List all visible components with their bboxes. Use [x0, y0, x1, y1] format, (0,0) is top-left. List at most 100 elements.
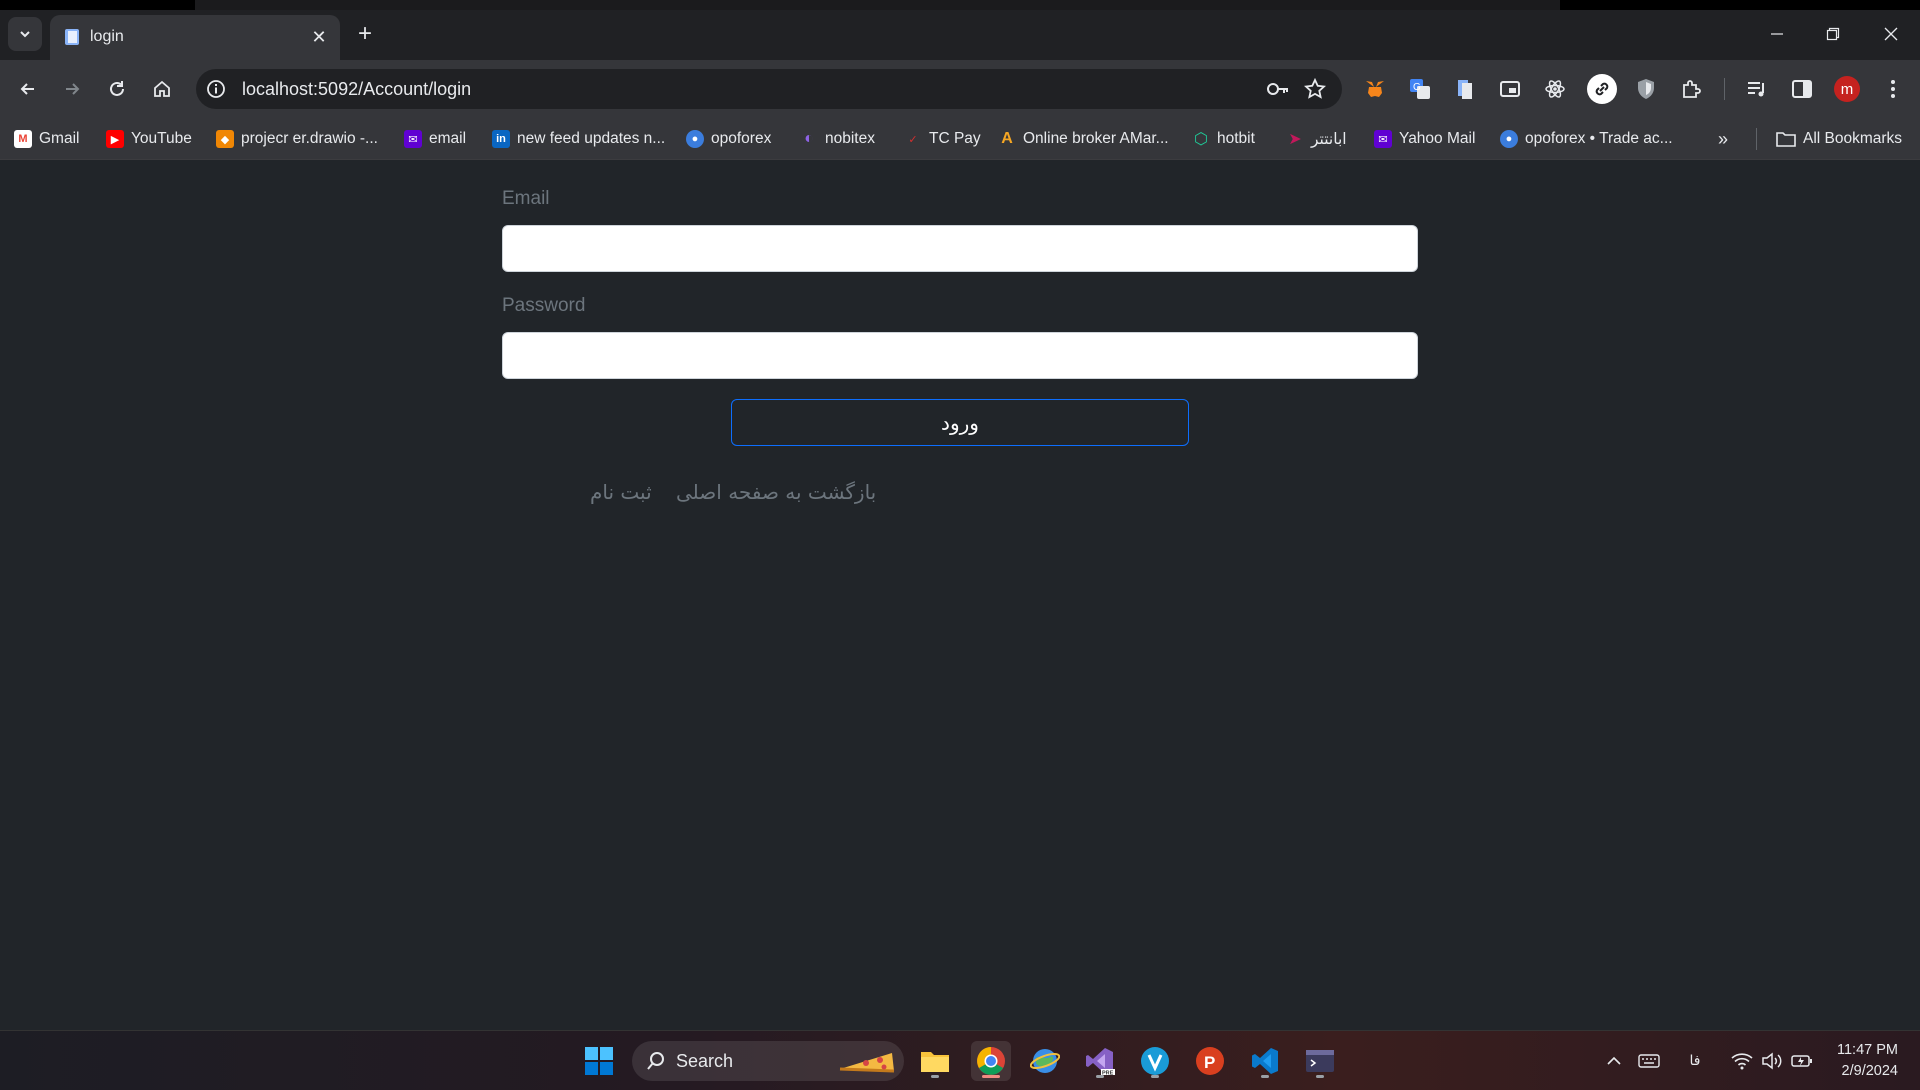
visual-studio-icon: PRE — [1086, 1048, 1115, 1076]
file-explorer-app[interactable] — [915, 1041, 955, 1081]
minimize-button[interactable] — [1752, 20, 1802, 48]
v-app[interactable] — [1135, 1041, 1175, 1081]
visual-studio-preview-app[interactable]: PRE — [1080, 1041, 1120, 1081]
vscode-app[interactable] — [1245, 1041, 1285, 1081]
side-panel-icon[interactable] — [1789, 76, 1815, 102]
bookmark-youtube[interactable]: ▶ YouTube — [106, 126, 192, 152]
screen-top-strip — [0, 0, 1920, 10]
bookmark-opoforex[interactable]: ● opoforex — [686, 126, 771, 152]
forward-arrow-icon — [66, 83, 80, 95]
bookmark-label: nobitex — [825, 130, 875, 147]
picture-in-picture-extension-icon[interactable] — [1497, 76, 1523, 102]
bookmark-label: YouTube — [131, 130, 192, 147]
all-bookmarks-button[interactable]: All Bookmarks — [1776, 126, 1902, 152]
bookmark-label: Yahoo Mail — [1399, 130, 1476, 147]
password-key-icon[interactable] — [1266, 79, 1290, 99]
document-extension-icon[interactable] — [1452, 76, 1478, 102]
running-indicator — [931, 1075, 939, 1078]
react-devtools-extension-icon[interactable] — [1542, 76, 1568, 102]
browser-toolbar: localhost:5092/Account/login G m — [0, 60, 1920, 118]
site-info-icon[interactable] — [206, 79, 226, 99]
translate-extension-icon[interactable]: G — [1407, 76, 1433, 102]
back-to-home-link[interactable]: بازگشت به صفحه اصلی — [676, 480, 876, 504]
battery-charging-icon — [1791, 1055, 1812, 1067]
email-field[interactable] — [502, 225, 1418, 272]
minimize-icon — [1771, 33, 1783, 35]
close-window-button[interactable] — [1866, 20, 1916, 48]
close-tab-icon[interactable]: ✕ — [308, 26, 330, 48]
bookmark-linkedin[interactable]: in new feed updates n... — [492, 126, 665, 152]
shield-extension-icon[interactable] — [1633, 76, 1659, 102]
double-chevron-icon: » — [1718, 128, 1729, 149]
p-app[interactable]: P — [1190, 1041, 1230, 1081]
tab-search-button[interactable] — [8, 17, 42, 51]
wifi-icon — [1731, 1053, 1753, 1070]
running-indicator — [1151, 1075, 1159, 1078]
bookmark-label: Online broker AMar... — [1023, 130, 1169, 147]
browser-menu-icon[interactable] — [1880, 76, 1906, 102]
bookmark-label: projecr er.drawio -... — [241, 130, 378, 147]
input-language-indicator[interactable]: فا — [1680, 1047, 1710, 1075]
bookmarks-bar: M Gmail ▶ YouTube ◆ projecr er.drawio -... … — [0, 118, 1920, 160]
tab-title: login — [90, 28, 124, 45]
restore-button[interactable] — [1808, 20, 1858, 48]
volume-status[interactable] — [1760, 1047, 1784, 1075]
back-button[interactable] — [14, 75, 42, 103]
bookmark-abantether[interactable]: ➤ ابانتتر — [1286, 126, 1346, 152]
home-button[interactable] — [148, 75, 176, 103]
pizza-highlight-icon — [839, 1053, 895, 1073]
taskbar-search[interactable]: Search — [632, 1041, 904, 1081]
gmail-icon: M — [14, 130, 32, 148]
terminal-app[interactable] — [1300, 1041, 1340, 1081]
reload-button[interactable] — [103, 75, 131, 103]
search-label: Search — [676, 1051, 734, 1071]
drawio-icon: ◆ — [216, 130, 234, 148]
bookmark-label: opoforex — [711, 130, 772, 147]
url-text[interactable]: localhost:5092/Account/login — [242, 79, 471, 100]
metamask-extension-icon[interactable] — [1362, 76, 1388, 102]
tcpay-icon: ✓ — [908, 133, 918, 146]
tab-bar: login ✕ + — [0, 10, 1920, 60]
link-extension-icon[interactable] — [1587, 74, 1617, 104]
extensions-puzzle-icon[interactable] — [1678, 76, 1704, 102]
touch-keyboard-button[interactable] — [1636, 1047, 1662, 1075]
battery-status[interactable] — [1790, 1047, 1814, 1075]
bookmark-yahoo-mail[interactable]: ✉ Yahoo Mail — [1374, 126, 1475, 152]
bookmark-hotbit[interactable]: ⬡ hotbit — [1192, 126, 1255, 152]
address-bar[interactable]: localhost:5092/Account/login — [196, 69, 1342, 109]
chrome-icon — [977, 1047, 1005, 1075]
bookmark-opoforex-trade[interactable]: ● opoforex • Trade ac... — [1500, 126, 1673, 152]
svg-text:G: G — [1413, 82, 1421, 93]
bookmark-gmail[interactable]: M Gmail — [14, 126, 79, 152]
bookmark-nobitex[interactable]: ◐ nobitex — [800, 126, 875, 152]
tab-login[interactable]: login ✕ — [50, 15, 340, 60]
running-indicator — [1261, 1075, 1269, 1078]
bookmark-label: new feed updates n... — [517, 130, 666, 147]
register-link[interactable]: ثبت نام — [590, 480, 652, 504]
svg-text:P: P — [1204, 1053, 1215, 1072]
wifi-status[interactable] — [1730, 1047, 1754, 1075]
bookmark-amarkets[interactable]: A Online broker AMar... — [998, 126, 1169, 152]
forward-button[interactable] — [58, 75, 86, 103]
login-button[interactable]: ورود — [731, 399, 1189, 446]
v-logo-icon — [1141, 1047, 1169, 1075]
show-hidden-icons-button[interactable] — [1602, 1047, 1626, 1075]
bookmark-tcpay[interactable]: ✓ TC Pay — [904, 126, 980, 152]
clock-date: 2/9/2024 — [1841, 1063, 1898, 1079]
more-bookmarks-button[interactable]: » — [1718, 126, 1728, 152]
media-controls-icon[interactable] — [1744, 76, 1770, 102]
profile-avatar[interactable]: m — [1834, 76, 1860, 102]
bookmark-email[interactable]: ✉ email — [404, 126, 466, 152]
taskbar-clock[interactable]: 11:47 PM 2/9/2024 — [1837, 1040, 1898, 1082]
new-tab-button[interactable]: + — [352, 20, 378, 47]
globe-app[interactable] — [1025, 1041, 1065, 1081]
restore-icon — [1826, 27, 1840, 41]
chevron-up-icon — [1607, 1056, 1621, 1065]
bookmark-star-icon[interactable] — [1304, 78, 1326, 100]
clock-time: 11:47 PM — [1837, 1042, 1898, 1058]
password-field[interactable] — [502, 332, 1418, 379]
start-button[interactable] — [579, 1041, 619, 1081]
youtube-icon: ▶ — [106, 130, 124, 148]
bookmark-drawio[interactable]: ◆ projecr er.drawio -... — [216, 126, 378, 152]
chrome-app[interactable] — [971, 1041, 1011, 1081]
